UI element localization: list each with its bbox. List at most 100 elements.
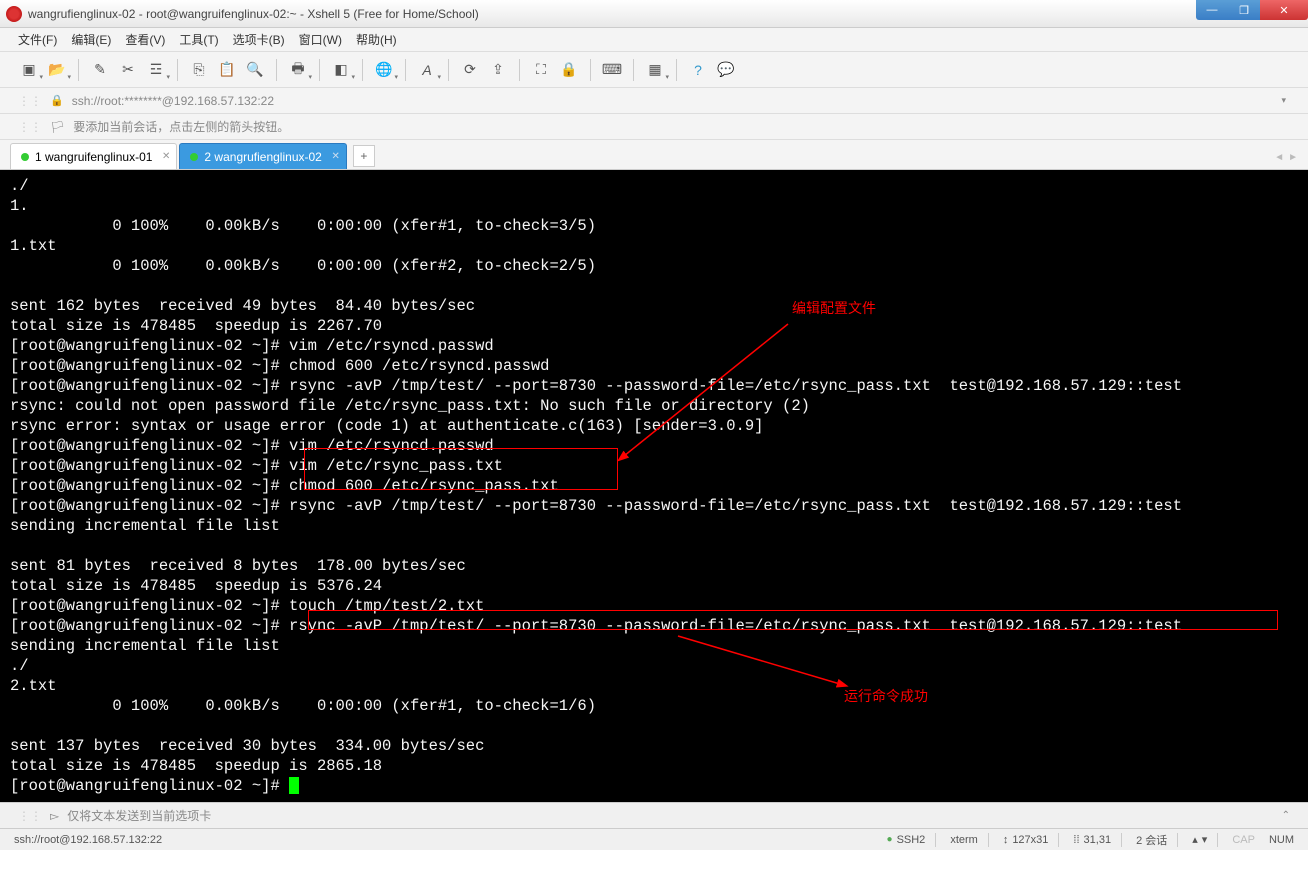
separator xyxy=(319,59,320,81)
compose-placeholder[interactable]: 仅将文本发送到当前选项卡 xyxy=(67,807,211,824)
status-dot-icon xyxy=(21,153,29,161)
help-icon[interactable]: ? xyxy=(687,59,709,81)
tips-icon[interactable]: 💬 xyxy=(715,59,737,81)
reconnect-icon[interactable]: ✎ xyxy=(89,59,111,81)
separator xyxy=(78,59,79,81)
annotation-label-2: 运行命令成功 xyxy=(844,686,928,706)
menu-view[interactable]: 查看(V) xyxy=(125,31,165,48)
toolbar: ▣ 📂 ✎ ✂ ☲ ⎘ 📋 🔍 🖶 ◧ 🌐 A ⟳ ⇪ ⛶ 🔒 ⌨ ▦ ? 💬 xyxy=(0,52,1308,88)
keyboard-icon[interactable]: ⌨ xyxy=(601,59,623,81)
separator xyxy=(177,59,178,81)
tab-next-icon[interactable]: ► xyxy=(1288,152,1298,163)
copy-icon[interactable]: ⎘ xyxy=(188,59,210,81)
menu-file[interactable]: 文件(F) xyxy=(18,31,57,48)
properties-icon[interactable]: ☲ xyxy=(145,59,167,81)
find-icon[interactable]: 🔍 xyxy=(244,59,266,81)
grip-icon: ⋮⋮ xyxy=(18,120,42,134)
menu-tools[interactable]: 工具(T) xyxy=(179,31,218,48)
sessions-up-icon[interactable]: ▴ xyxy=(1192,833,1198,846)
color-icon[interactable]: ◧ xyxy=(330,59,352,81)
separator xyxy=(1177,833,1178,847)
close-tab-icon[interactable]: ✕ xyxy=(162,151,170,162)
close-button[interactable]: ✕ xyxy=(1260,0,1308,20)
add-tab-button[interactable]: + xyxy=(353,145,375,167)
status-size: 127x31 xyxy=(1012,834,1048,846)
status-term: xterm xyxy=(950,834,978,846)
menubar: 文件(F) 编辑(E) 查看(V) 工具(T) 选项卡(B) 窗口(W) 帮助(… xyxy=(0,28,1308,52)
print-icon[interactable]: 🖶 xyxy=(287,59,309,81)
cursor xyxy=(289,777,299,794)
fullscreen-icon[interactable]: ⛶ xyxy=(530,59,552,81)
compose-bar: ⋮⋮ ▻ 仅将文本发送到当前选项卡 ⌃ xyxy=(0,802,1308,828)
disconnect-icon[interactable]: ✂ xyxy=(117,59,139,81)
infobar: ⋮⋮ 🏳 要添加当前会话，点击左侧的箭头按钮。 xyxy=(0,114,1308,140)
separator xyxy=(405,59,406,81)
grip-icon: ⋮⋮ xyxy=(18,94,42,108)
status-sessions: 2 会话 xyxy=(1136,832,1167,848)
sessions-down-icon[interactable]: ▾ xyxy=(1202,833,1208,846)
globe-icon[interactable]: 🌐 xyxy=(373,59,395,81)
new-session-icon[interactable]: ▣ xyxy=(18,59,40,81)
close-tab-icon[interactable]: ✕ xyxy=(331,151,339,162)
status-position: 31,31 xyxy=(1084,834,1112,846)
separator xyxy=(276,59,277,81)
paste-icon[interactable]: 📋 xyxy=(216,59,238,81)
window-title: wangrufienglinux-02 - root@wangruifengli… xyxy=(28,7,479,21)
status-ssh: SSH2 xyxy=(897,834,926,846)
tabs-row: 1 wangruifenglinux-01 ✕ 2 wangrufienglin… xyxy=(0,140,1308,170)
upload-icon[interactable]: ⇪ xyxy=(487,59,509,81)
transfer-icon[interactable]: ⟳ xyxy=(459,59,481,81)
send-icon[interactable]: ▻ xyxy=(50,809,59,823)
menu-tabs[interactable]: 选项卡(B) xyxy=(233,31,285,48)
font-icon[interactable]: A xyxy=(416,59,438,81)
status-connection: ssh://root@192.168.57.132:22 xyxy=(14,834,873,846)
tab-nav: ◄ ► xyxy=(1274,152,1298,163)
separator xyxy=(1058,833,1059,847)
tab-prev-icon[interactable]: ◄ xyxy=(1274,152,1284,163)
separator xyxy=(988,833,989,847)
app-icon xyxy=(6,6,22,22)
tab-label: 2 wangrufienglinux-02 xyxy=(204,150,321,164)
lock-icon[interactable]: 🔒 xyxy=(558,59,580,81)
statusbar: ssh://root@192.168.57.132:22 ● SSH2 xterm… xyxy=(0,828,1308,850)
terminal[interactable]: ./ 1. 0 100% 0.00kB/s 0:00:00 (xfer#1, t… xyxy=(0,170,1308,802)
security-lock-icon: 🔒 xyxy=(50,94,64,107)
info-text: 要添加当前会话，点击左侧的箭头按钮。 xyxy=(73,118,289,135)
annotation-arrow-2 xyxy=(672,632,852,694)
menu-edit[interactable]: 编辑(E) xyxy=(71,31,111,48)
menu-help[interactable]: 帮助(H) xyxy=(356,31,397,48)
grip-icon: ⋮⋮ xyxy=(18,809,42,823)
separator xyxy=(676,59,677,81)
separator xyxy=(1121,833,1122,847)
separator xyxy=(448,59,449,81)
window-controls: — ❐ ✕ xyxy=(1196,0,1308,20)
separator xyxy=(590,59,591,81)
connected-icon: ● xyxy=(887,834,893,845)
separator xyxy=(362,59,363,81)
position-icon: ⁞⁞ xyxy=(1073,834,1079,846)
bookmark-icon[interactable]: 🏳 xyxy=(50,120,65,134)
expand-icon[interactable]: ⌃ xyxy=(1282,810,1290,821)
annotation-label-1: 编辑配置文件 xyxy=(792,298,876,318)
open-icon[interactable]: 📂 xyxy=(46,59,68,81)
status-num: NUM xyxy=(1269,834,1294,846)
tab-session-1[interactable]: 1 wangruifenglinux-01 ✕ xyxy=(10,143,177,169)
separator xyxy=(935,833,936,847)
terminal-output: ./ 1. 0 100% 0.00kB/s 0:00:00 (xfer#1, t… xyxy=(10,177,1182,795)
maximize-button[interactable]: ❐ xyxy=(1228,0,1260,20)
layout-icon[interactable]: ▦ xyxy=(644,59,666,81)
menu-window[interactable]: 窗口(W) xyxy=(299,31,342,48)
resize-icon: ↕ xyxy=(1003,834,1009,846)
minimize-button[interactable]: — xyxy=(1196,0,1228,20)
separator xyxy=(633,59,634,81)
annotation-arrow-1 xyxy=(618,320,798,470)
status-cap: CAP xyxy=(1232,834,1255,846)
dropdown-icon[interactable]: ▾ xyxy=(1281,95,1286,106)
status-dot-icon xyxy=(190,153,198,161)
tab-label: 1 wangruifenglinux-01 xyxy=(35,150,152,164)
address-url[interactable]: ssh://root:********@192.168.57.132:22 xyxy=(72,94,274,108)
addressbar: ⋮⋮ 🔒 ssh://root:********@192.168.57.132:… xyxy=(0,88,1308,114)
titlebar: wangrufienglinux-02 - root@wangruifengli… xyxy=(0,0,1308,28)
tab-session-2[interactable]: 2 wangrufienglinux-02 ✕ xyxy=(179,143,346,169)
separator xyxy=(519,59,520,81)
